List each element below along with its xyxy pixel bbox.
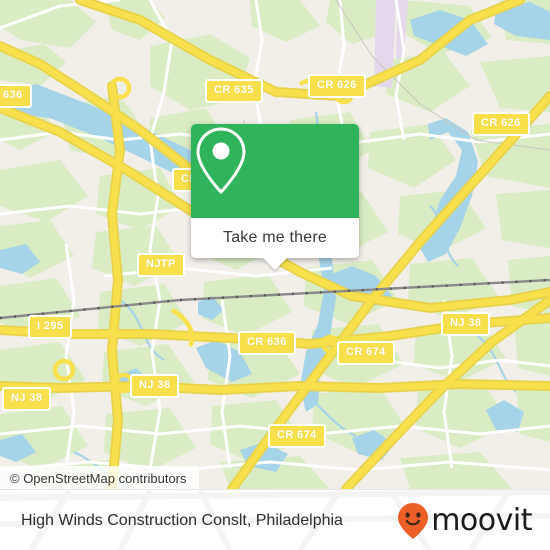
shield-cr-674-bottom[interactable]: CR 674 <box>268 424 326 448</box>
shield-cr-635[interactable]: CR 635 <box>205 79 263 103</box>
map-pin-icon <box>196 127 246 195</box>
shield-njtp[interactable]: NJTP <box>137 253 185 277</box>
popup-action-area[interactable]: Take me there <box>191 218 359 270</box>
popup-image-area <box>191 124 359 218</box>
osm-attribution[interactable]: © OpenStreetMap contributors <box>0 466 199 489</box>
location-popup-card[interactable]: Take me there <box>191 124 359 270</box>
shield-nj-38-mid[interactable]: NJ 38 <box>130 374 180 398</box>
shield-cr-636-left[interactable]: 636 <box>0 84 32 108</box>
shield-cr-636[interactable]: CR 636 <box>238 331 296 355</box>
popup-pointer-tail <box>263 258 287 270</box>
moovit-smiley-pin-icon <box>398 502 429 539</box>
shield-cr-626-top[interactable]: CR 626 <box>308 74 366 98</box>
moovit-wordmark: moovit <box>431 503 532 538</box>
take-me-there-label: Take me there <box>223 229 327 246</box>
map-screenshot: 636 CR 635 CR 626 CR 626 CR NJTP I 295 N… <box>0 0 550 550</box>
shield-nj-38-left[interactable]: NJ 38 <box>2 387 52 411</box>
shield-nj-38-right[interactable]: NJ 38 <box>441 312 491 336</box>
shield-cr-674-mid[interactable]: CR 674 <box>337 341 395 365</box>
moovit-brand[interactable]: moovit <box>397 502 532 540</box>
shield-cr-626-right[interactable]: CR 626 <box>472 112 530 136</box>
footer-bar: High Winds Construction Conslt, Philadel… <box>0 489 550 550</box>
map-canvas[interactable]: 636 CR 635 CR 626 CR 626 CR NJTP I 295 N… <box>0 0 550 489</box>
shield-i-295[interactable]: I 295 <box>28 315 73 339</box>
place-title: High Winds Construction Conslt, Philadel… <box>21 511 343 529</box>
